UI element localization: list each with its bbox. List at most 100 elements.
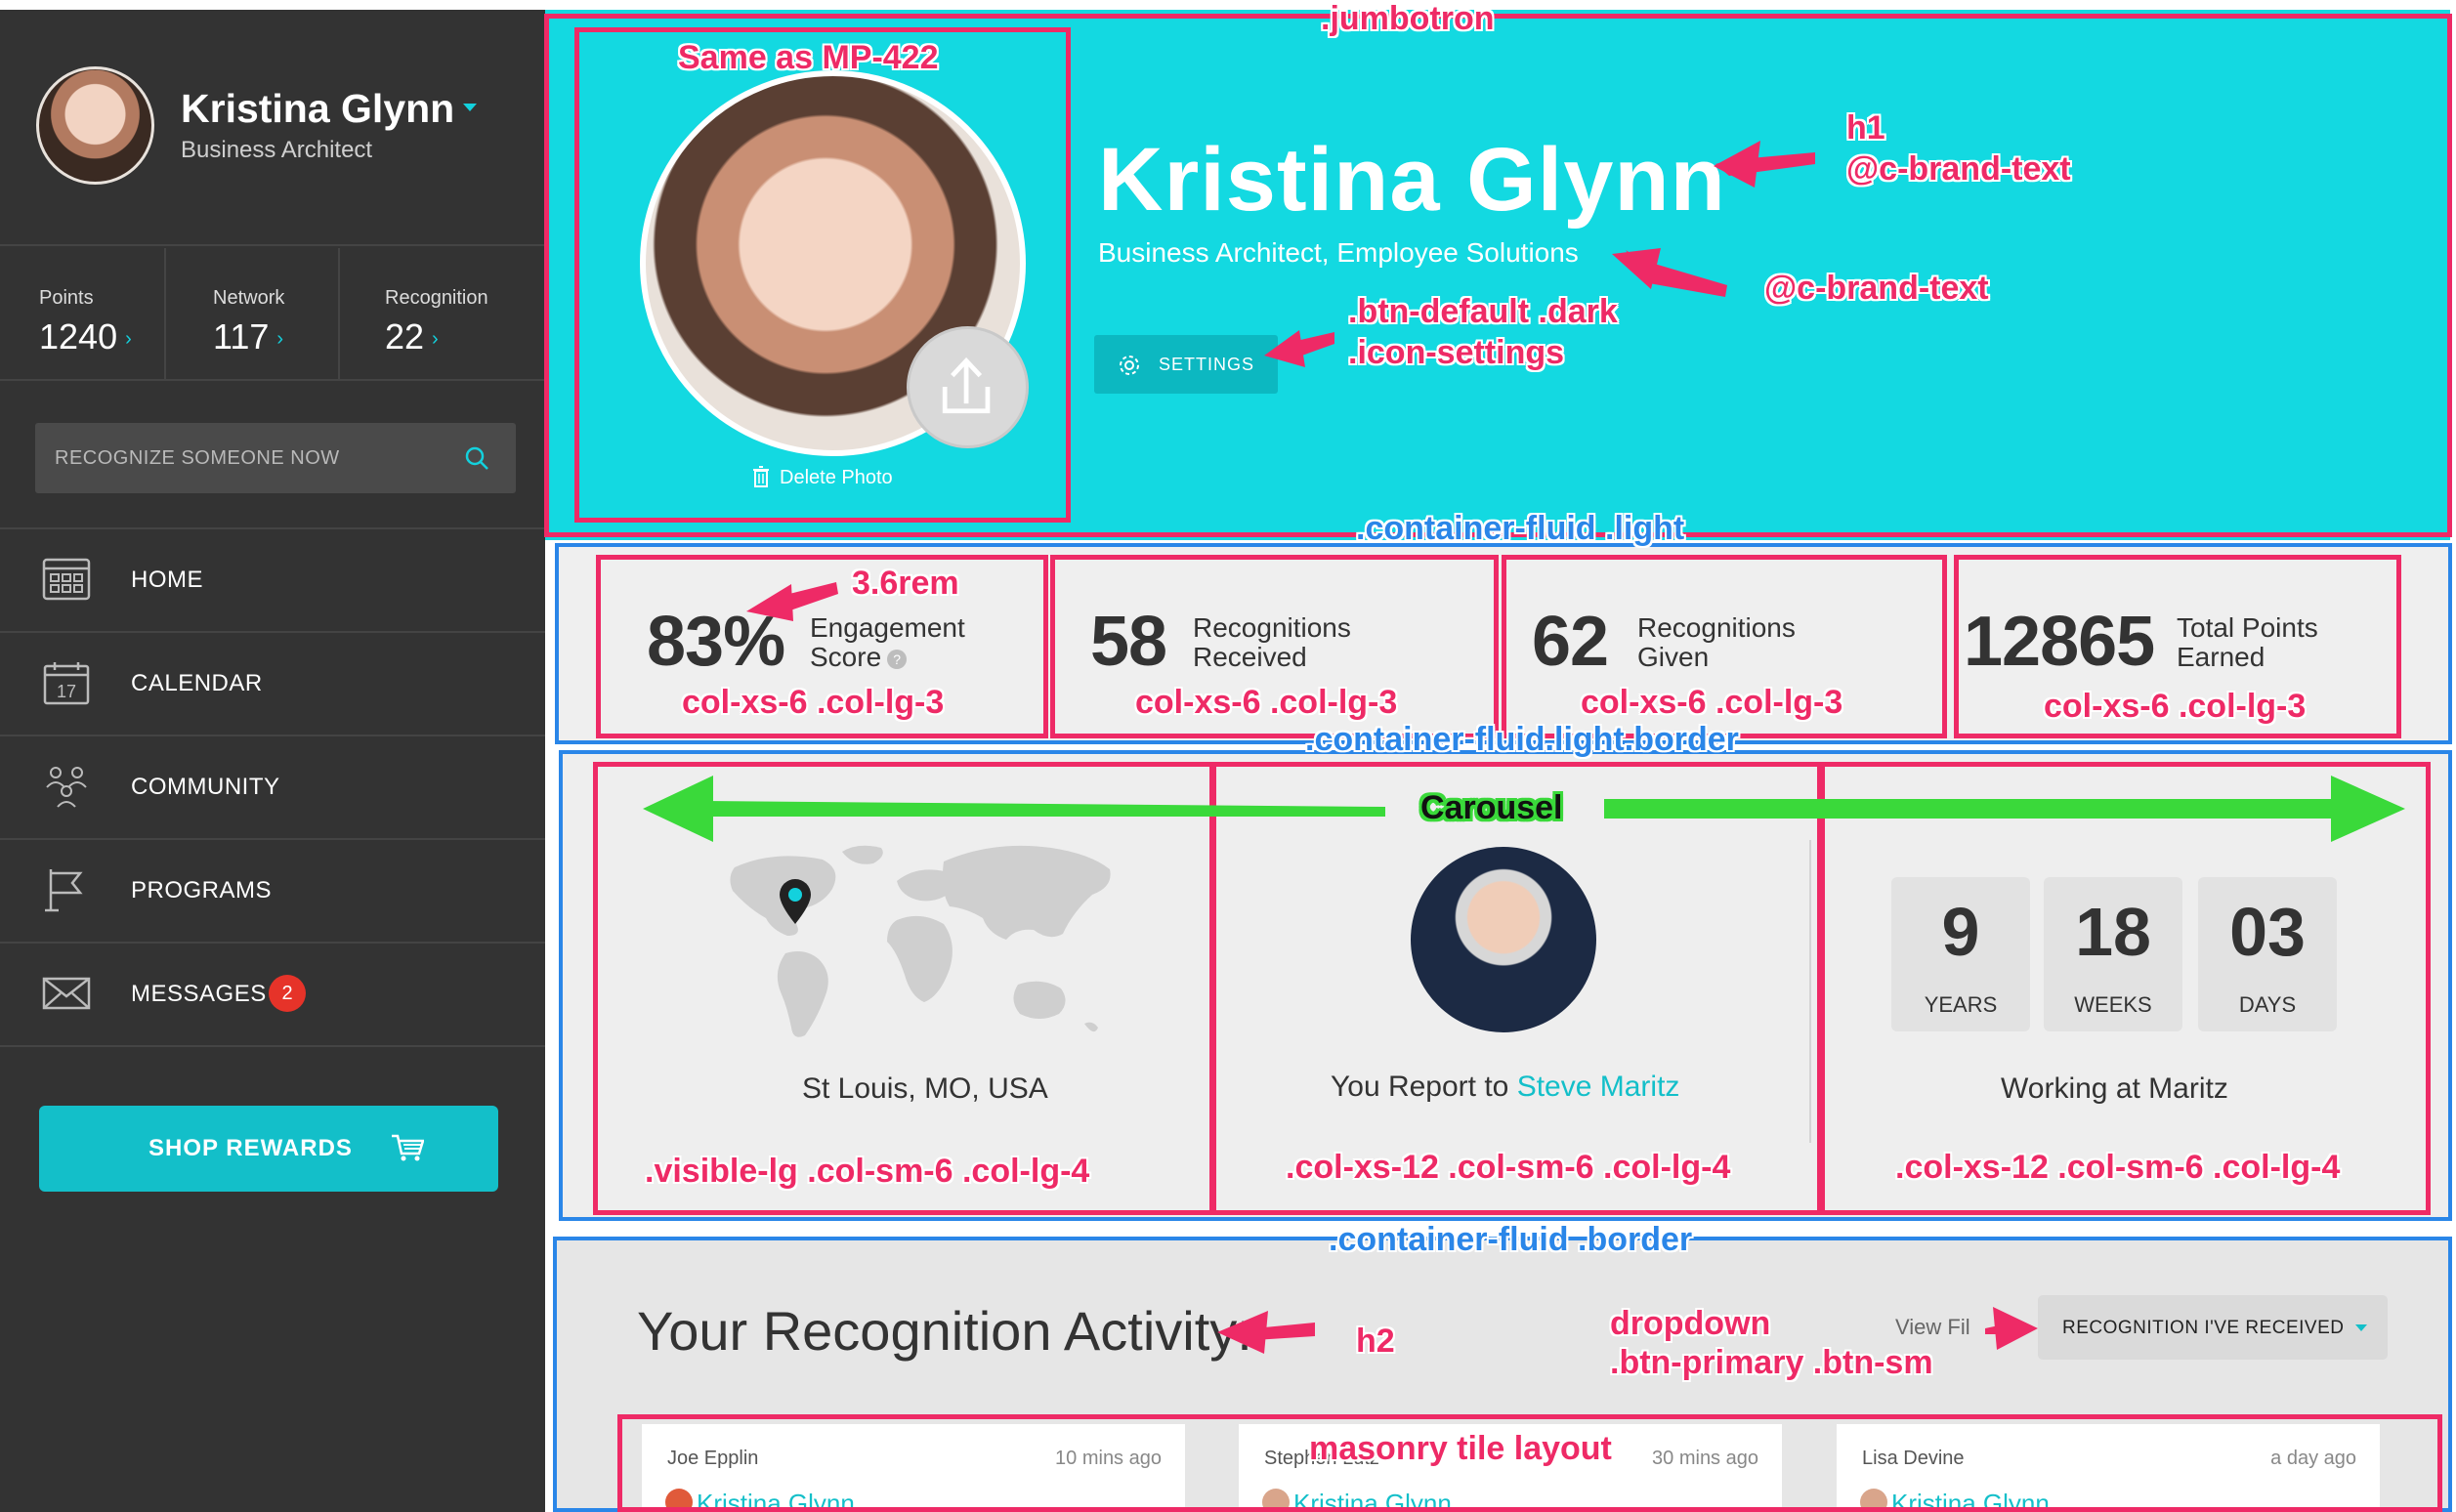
recognize-search	[35, 423, 516, 493]
help-icon[interactable]: ?	[887, 650, 908, 669]
tile-time: 10 mins ago	[1055, 1448, 1162, 1469]
settings-label: SETTINGS	[1159, 355, 1255, 374]
stat-label: Recognition	[385, 287, 488, 309]
tenure-weeks: 18 WEEKS	[2044, 877, 2182, 1031]
activity-tile[interactable]: Lisa Devine a day ago Kristina Glynn	[1837, 1424, 2380, 1512]
nav-item-community[interactable]: COMMUNITY	[0, 736, 545, 838]
profile-caret-icon[interactable]	[463, 104, 477, 111]
dropdown-value: RECOGNITION I'VE RECEIVED	[2062, 1318, 2345, 1338]
svg-text:17: 17	[57, 682, 76, 701]
tenure-days: 03 DAYS	[2198, 877, 2337, 1031]
home-grid-icon	[42, 558, 91, 601]
annotation-label: .container-fluid .light	[1356, 510, 1685, 547]
nav-item-messages[interactable]: MESSAGES 2	[0, 944, 545, 1045]
trash-icon	[753, 466, 769, 487]
nav-label: HOME	[131, 567, 203, 593]
annotation-label: col-xs-6 .col-lg-3	[2044, 688, 2307, 725]
world-map	[730, 845, 1111, 1037]
manager-link[interactable]: Steve Maritz	[1517, 1071, 1680, 1103]
location-pin-icon	[780, 879, 811, 924]
annotation-label: .icon-settings	[1348, 334, 1565, 371]
annotation-label: 3.6rem	[852, 565, 959, 602]
shop-rewards-button[interactable]: SHOP REWARDS	[39, 1106, 498, 1192]
stat-given-label: Recognitions Given	[1637, 612, 1796, 672]
page-subtitle: Business Architect, Employee Solutions	[1098, 237, 1579, 268]
chevron-down-icon	[2355, 1324, 2367, 1331]
calendar-icon: 17	[43, 662, 90, 705]
recognition-filter-dropdown[interactable]: RECOGNITION I'VE RECEIVED	[2038, 1295, 2388, 1360]
annotation-label: .col-xs-12 .col-sm-6 .col-lg-4	[1286, 1149, 1731, 1186]
annotation-label: col-xs-6 .col-lg-3	[1581, 684, 1843, 721]
search-icon[interactable]	[463, 444, 490, 472]
cart-icon	[392, 1134, 424, 1161]
activity-heading: Your Recognition Activity:	[637, 1300, 1252, 1362]
profile-role: Business Architect	[181, 137, 373, 163]
activity-tile[interactable]: Joe Epplin 10 mins ago Kristina Glynn	[642, 1424, 1185, 1512]
recognize-search-input[interactable]	[35, 423, 455, 493]
stat-label: Network	[213, 287, 285, 309]
stat-engagement-value: 83%	[647, 603, 785, 681]
stat-value: 117 ›	[213, 316, 284, 357]
shop-rewards-label: SHOP REWARDS	[148, 1135, 353, 1161]
nav-label: MESSAGES	[131, 981, 267, 1007]
chevron-right-icon: ›	[125, 328, 132, 350]
tile-from[interactable]: Lisa Devine	[1862, 1448, 1965, 1470]
sidebar-stats	[0, 248, 545, 381]
annotation-label: Carousel	[1420, 789, 1563, 826]
stat-label: Points	[39, 287, 94, 309]
gear-icon	[1120, 356, 1139, 375]
settings-button[interactable]: SETTINGS	[1094, 335, 1278, 394]
tile-to[interactable]: Kristina Glynn	[1891, 1489, 2050, 1512]
tenure-caption: Working at Maritz	[2001, 1072, 2228, 1105]
delete-photo-link[interactable]: Delete Photo	[752, 466, 893, 489]
tile-avatar	[1860, 1489, 1887, 1512]
tile-from[interactable]: Joe Epplin	[667, 1448, 758, 1470]
upload-icon	[942, 357, 991, 414]
tile-time: a day ago	[2270, 1448, 2356, 1469]
annotation-label: h1	[1846, 109, 1885, 147]
report-to-text: You Report to Steve Maritz	[1331, 1071, 1680, 1103]
avatar[interactable]	[36, 66, 154, 185]
stats-divider	[164, 248, 166, 381]
annotation-label: .visible-lg .col-sm-6 .col-lg-4	[645, 1153, 1090, 1190]
tile-avatar	[1262, 1489, 1290, 1512]
nav-label: COMMUNITY	[131, 774, 280, 800]
annotation-label: masonry tile layout	[1309, 1430, 1612, 1467]
carousel-divider	[1809, 840, 1811, 1143]
annotation-label: .col-xs-12 .col-sm-6 .col-lg-4	[1895, 1149, 2341, 1186]
page-root: Kristina Glynn Business Architect Points…	[0, 0, 2456, 1512]
annotation-label: .container-fluid .border	[1329, 1221, 1693, 1258]
annotation-label: .btn-default .dark	[1348, 293, 1618, 330]
annotation-label: @c-brand-text	[1764, 270, 1989, 307]
view-filter-label: View Fil	[1895, 1315, 1970, 1339]
annotation-label: col-xs-6 .col-lg-3	[1135, 684, 1398, 721]
annotation-label: .jumbotron	[1321, 0, 1495, 37]
nav-item-calendar[interactable]: 17 CALENDAR	[0, 633, 545, 735]
stat-value: 1240 ›	[39, 316, 132, 357]
profile-name[interactable]: Kristina Glynn	[181, 86, 454, 132]
tile-to[interactable]: Kristina Glynn	[1293, 1489, 1452, 1512]
tile-time: 30 mins ago	[1652, 1448, 1758, 1469]
annotation-label: h2	[1356, 1323, 1395, 1360]
annotation-label: col-xs-6 .col-lg-3	[682, 684, 945, 721]
stats-divider	[338, 248, 340, 381]
upload-photo-button[interactable]	[907, 326, 1029, 448]
stat-received-label: Recognitions Received	[1193, 612, 1351, 672]
manager-avatar	[1411, 847, 1596, 1032]
annotation-label: dropdown	[1610, 1305, 1771, 1342]
nav-item-programs[interactable]: PROGRAMS	[0, 840, 545, 942]
stat-total-points-label: Total Points Earned	[2177, 612, 2318, 672]
tile-to[interactable]: Kristina Glynn	[697, 1489, 855, 1512]
stat-value: 22 ›	[385, 316, 439, 357]
nav-label: CALENDAR	[131, 670, 263, 696]
annotation-label: Same as MP-422	[678, 39, 939, 76]
sidebar: Kristina Glynn Business Architect Points…	[0, 10, 545, 1512]
chevron-right-icon: ›	[276, 328, 284, 350]
sidebar-profile: Kristina Glynn Business Architect	[0, 10, 545, 246]
nav-divider	[0, 1045, 545, 1047]
stat-given-value: 62	[1532, 603, 1609, 681]
tenure-years: 9 YEARS	[1891, 877, 2030, 1031]
chevron-right-icon: ›	[432, 328, 439, 350]
envelope-icon	[42, 977, 91, 1010]
nav-item-home[interactable]: HOME	[0, 529, 545, 631]
